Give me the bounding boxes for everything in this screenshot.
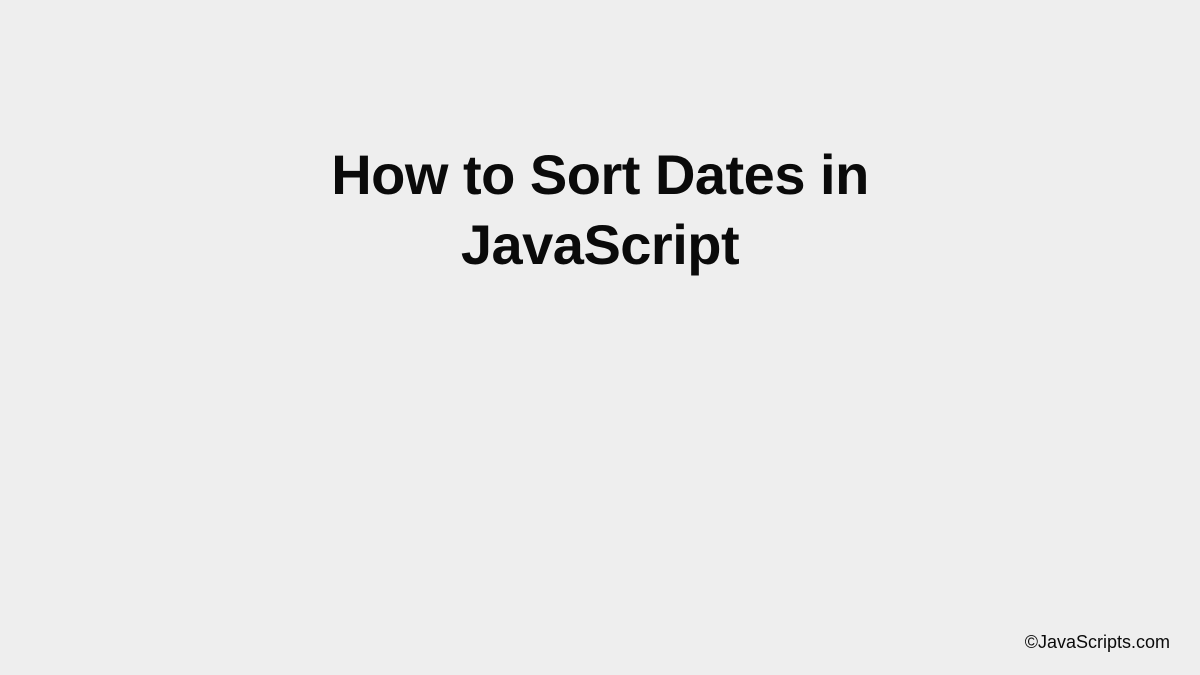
page-title: How to Sort Dates in JavaScript [0,140,1200,280]
title-line-1: How to Sort Dates in [331,143,869,206]
attribution-text: ©JavaScripts.com [1025,632,1170,653]
title-line-2: JavaScript [461,213,739,276]
